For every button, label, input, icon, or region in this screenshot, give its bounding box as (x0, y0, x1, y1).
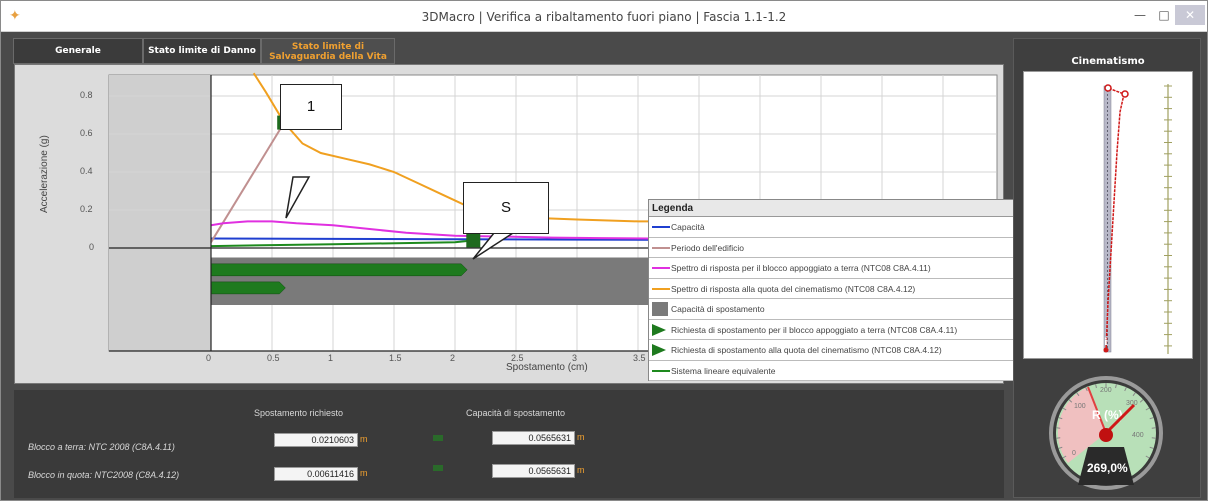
safety-gauge: 0 100 200 300 400 R (%) 269,0% (1048, 375, 1164, 491)
check-indicator-elevated (433, 465, 443, 471)
capacity-ground-field[interactable]: 0.0565631 (492, 431, 575, 445)
gauge-tick-200: 200 (1100, 387, 1112, 394)
legend-item-label: Sistema lineare equivalente (671, 365, 776, 376)
legend-item: Richiesta di spostamento alla quota del … (649, 340, 1020, 361)
capacity-ground-unit: m (577, 432, 585, 442)
legend-swatch (652, 323, 666, 336)
gauge-value: 269,0% (1087, 461, 1128, 475)
kinematic-diagram (1103, 84, 1172, 354)
legend-item: Periodo dell'edificio (649, 238, 1020, 258)
legend-item: Spettro di risposta alla quota del cinem… (649, 279, 1020, 299)
legend-swatch (652, 226, 670, 228)
legend-swatch (652, 369, 670, 372)
legend-swatch (652, 287, 670, 290)
minimize-icon[interactable]: — (1127, 5, 1153, 25)
legend-swatch (652, 302, 668, 316)
check-indicator-ground (433, 435, 443, 441)
callout-s-pointer (472, 232, 516, 260)
chart-legend: Legenda Capacità Periodo dell'edificio Spe… (648, 199, 1021, 381)
results-panel: Spostamento richiesto Capacità di sposta… (14, 390, 1004, 498)
legend-item: Capacità di spostamento (649, 299, 1020, 320)
row-label-elevated: Blocco in quota: NTC2008 (C8A.4.12) (28, 470, 180, 480)
right-panel: Cinematismo Fattore di sicurezza 0 100 2… (1013, 38, 1201, 498)
legend-swatch (652, 344, 666, 356)
legend-item: Richiesta di spostamento per il blocco a… (649, 320, 1020, 340)
kinematic-node-base (1103, 347, 1109, 353)
kinematic-view (1023, 71, 1193, 359)
kinematic-title: Cinematismo (1071, 56, 1145, 67)
legend-item-label: Spettro di risposta per il blocco appogg… (671, 263, 931, 273)
safety-factor-title: Fattore di sicurezza (1052, 337, 1164, 348)
legend-item-label: Spettro di risposta alla quota del cinem… (671, 283, 916, 294)
title-bar: ✦ 3DMacro | Verifica a ribaltamento fuor… (1, 1, 1207, 32)
callout-s: S (463, 182, 549, 234)
col-header-required: Spostamento richiesto (254, 408, 344, 418)
tab-label-line1: Stato limite di (291, 42, 365, 52)
legend-title: Legenda (649, 200, 1020, 217)
legend-item-label: Periodo dell'edificio (671, 242, 744, 253)
window-title: 3DMacro | Verifica a ribaltamento fuori … (421, 10, 787, 24)
gauge-hub (1099, 428, 1113, 442)
close-icon[interactable]: ✕ (1175, 5, 1205, 25)
legend-item-label: Richiesta di spostamento alla quota del … (671, 345, 942, 355)
callout-1: 1 (280, 84, 342, 130)
legend-swatch (652, 267, 670, 269)
required-ground-field[interactable]: 0.0210603 (274, 433, 358, 447)
gauge-tick-100: 100 (1074, 403, 1086, 410)
app-window: ✦ 3DMacro | Verifica a ribaltamento fuor… (0, 0, 1208, 501)
required-ground-unit: m (360, 434, 368, 444)
required-elevated-field[interactable]: 0.00611416 (274, 467, 358, 481)
legend-item-label: Richiesta di spostamento per il blocco a… (671, 324, 958, 335)
kinematic-node-top-left (1104, 84, 1112, 92)
capacity-elevated-unit: m (577, 465, 585, 475)
maximize-icon[interactable]: □ (1151, 5, 1177, 25)
legend-item: Capacità (649, 217, 1020, 238)
required-elevated-unit: m (360, 468, 368, 478)
kinematic-node-top-right (1121, 90, 1129, 98)
callout-1-pointer (285, 176, 311, 219)
row-label-ground: Blocco a terra: NTC 2008 (C8A.4.11) (28, 442, 175, 452)
col-header-capacity: Capacità di spostamento (466, 408, 566, 418)
gauge-tick-400: 400 (1132, 432, 1144, 439)
legend-item: Sistema lineare equivalente (649, 361, 1020, 381)
gauge-tick-0: 0 (1072, 450, 1076, 457)
capacity-elevated-field[interactable]: 0.0565631 (492, 464, 575, 478)
legend-swatch (652, 246, 670, 249)
legend-item-label: Capacità (671, 222, 705, 232)
legend-item: Spettro di risposta per il blocco appogg… (649, 258, 1020, 279)
legend-item-label: Capacità di spostamento (671, 304, 765, 314)
